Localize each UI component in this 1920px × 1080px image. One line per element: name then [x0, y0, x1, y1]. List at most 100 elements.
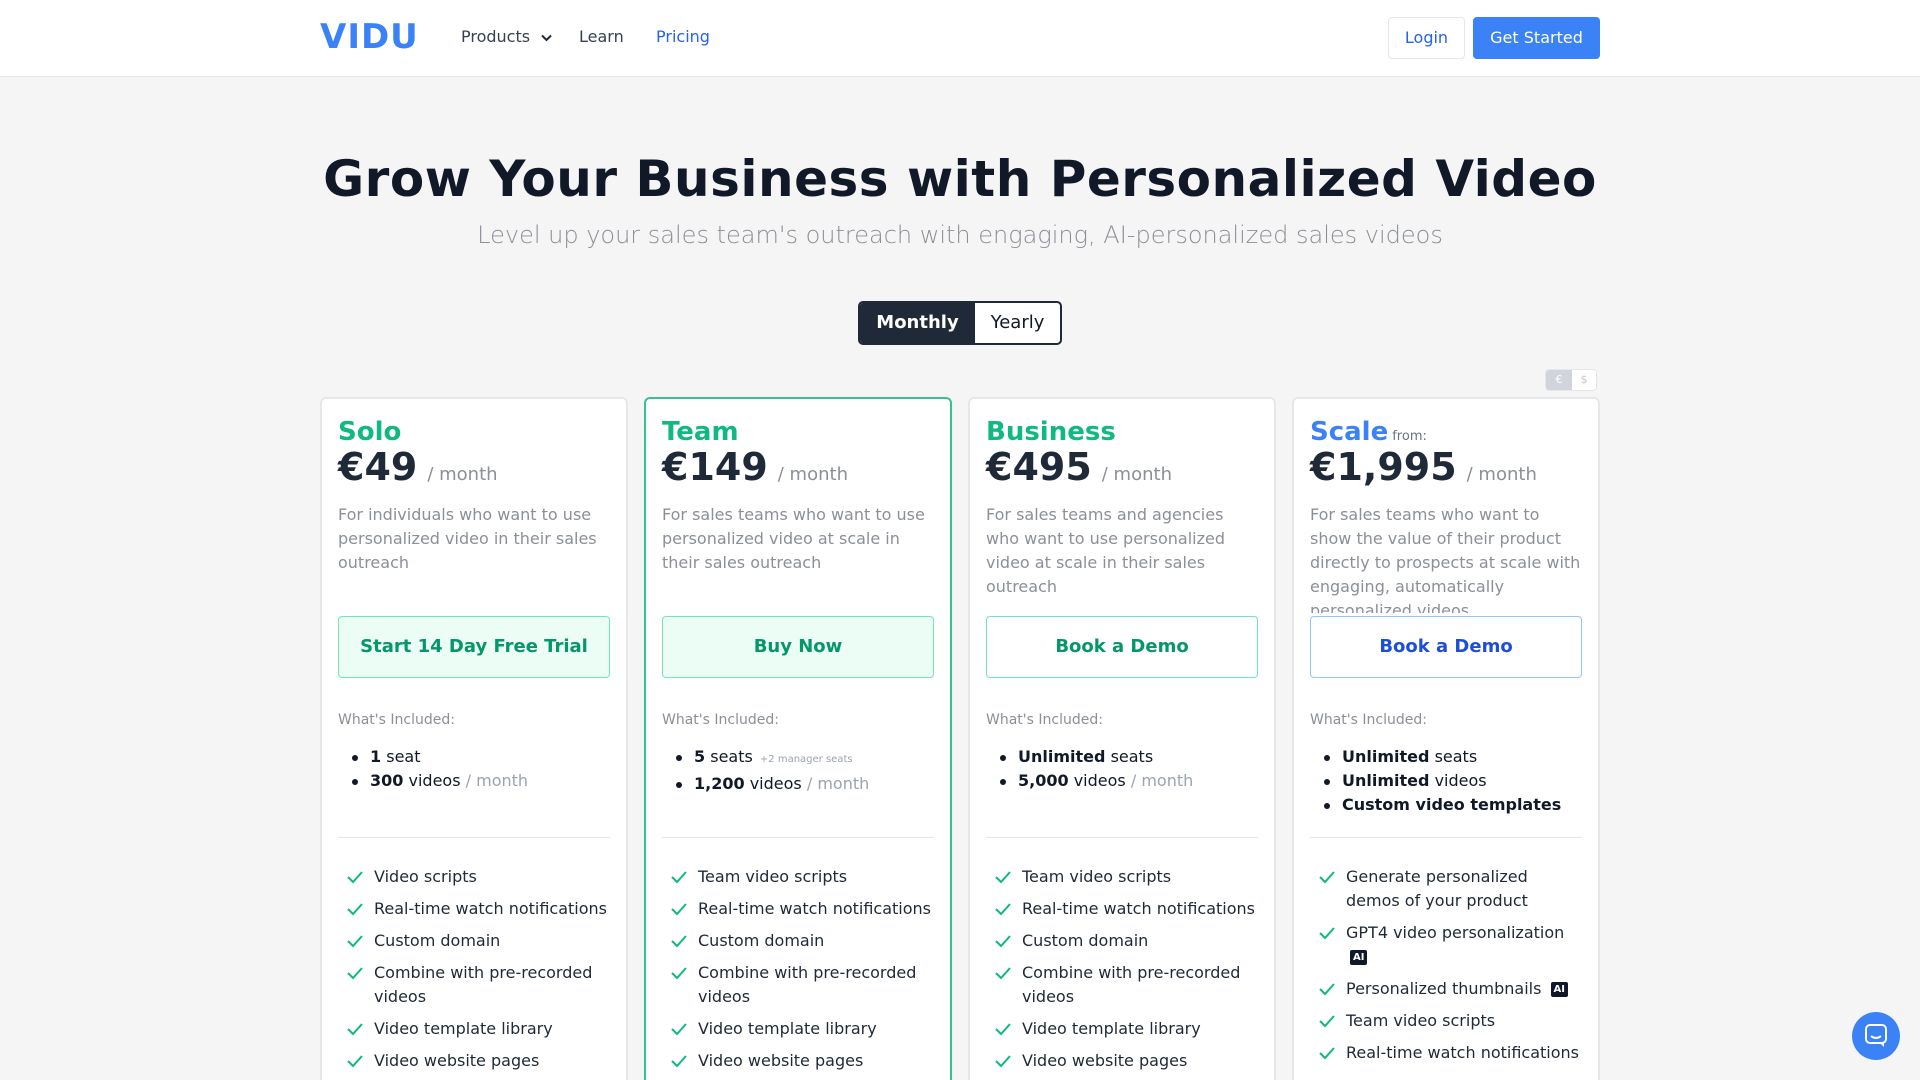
check-icon [347, 1023, 363, 1036]
check-icon [995, 1023, 1011, 1036]
nav-learn[interactable]: Learn [579, 27, 624, 46]
list-item: 1,200 videos / month [662, 772, 934, 796]
list-item: 300 videos / month [338, 769, 610, 793]
list-item: 1 seat [338, 745, 610, 769]
feature-item: Video website pages [986, 1049, 1258, 1073]
check-icon [995, 967, 1011, 980]
plan-card-team: Team €149 / month For sales teams who wan… [644, 397, 952, 1080]
price-period: / month [777, 464, 848, 485]
feature-list: Team video scripts Real-time watch notif… [986, 865, 1258, 1080]
plan-name-text: Business [986, 417, 1116, 447]
feature-item: Combine with pre-recorded videos [986, 961, 1258, 1009]
divider [1310, 837, 1582, 838]
divider [338, 837, 610, 838]
check-icon [347, 1055, 363, 1068]
plan-price: €149 / month [662, 445, 848, 489]
price-amount: €49 [338, 445, 418, 489]
check-icon [347, 967, 363, 980]
feature-item: Real-time watch notifications [1310, 1041, 1582, 1065]
price-amount: €149 [662, 445, 768, 489]
login-button[interactable]: Login [1388, 17, 1465, 59]
plan-card-scale: Scale from: €1,995 / month For sales teams… [1292, 397, 1600, 1080]
page-title: Grow Your Business with Personalized Vid… [323, 150, 1597, 208]
feature-item: Custom domain [338, 929, 610, 953]
check-icon [995, 935, 1011, 948]
check-icon [1319, 983, 1335, 996]
list-item: Unlimited seats [986, 745, 1258, 769]
list-item: 5,000 videos / month [986, 769, 1258, 793]
price-period: / month [1101, 464, 1172, 485]
check-icon [1319, 1047, 1335, 1060]
book-demo-button[interactable]: Book a Demo [1310, 616, 1582, 678]
nav-products-label: Products [461, 27, 531, 46]
ai-badge: AI [1550, 982, 1568, 997]
check-icon [347, 871, 363, 884]
check-icon [1319, 927, 1335, 940]
feature-list: Team video scripts Real-time watch notif… [662, 865, 934, 1080]
price-amount: €1,995 [1310, 445, 1457, 489]
included-list: Unlimited seats Unlimited videos Custom … [1310, 745, 1582, 817]
feature-item: Team video scripts [1310, 1009, 1582, 1033]
included-label: What's Included: [338, 712, 455, 728]
currency-usd-option[interactable]: $ [1572, 370, 1596, 390]
check-icon [1319, 1015, 1335, 1028]
included-list: 5 seats +2 manager seats 1,200 videos / … [662, 745, 934, 796]
feature-item: Video scripts [338, 865, 610, 889]
price-amount: €495 [986, 445, 1092, 489]
plan-price: €1,995 / month [1310, 445, 1537, 489]
yearly-option[interactable]: Yearly [975, 303, 1060, 343]
top-nav: VIDU Products Learn Pricing Login Get St… [0, 0, 1920, 77]
plan-card-business: Business €495 / month For sales teams and… [968, 397, 1276, 1080]
check-icon [671, 935, 687, 948]
included-label: What's Included: [662, 712, 779, 728]
list-item: 5 seats +2 manager seats [662, 745, 934, 772]
get-started-button[interactable]: Get Started [1473, 17, 1600, 59]
billing-period-toggle: Monthly Yearly [858, 301, 1062, 345]
chevron-down-icon [541, 34, 552, 41]
feature-item: Custom domain [986, 929, 1258, 953]
check-icon [671, 1023, 687, 1036]
monthly-option[interactable]: Monthly [860, 303, 975, 343]
plan-description: For individuals who want to use personal… [338, 505, 597, 572]
feature-item: GPT4 video personalization AI [1310, 921, 1582, 969]
nav-products[interactable]: Products [461, 27, 552, 46]
plan-description: For sales teams and agencies who want to… [986, 505, 1225, 596]
divider [986, 837, 1258, 838]
ai-badge: AI [1350, 950, 1368, 965]
plan-description: For sales teams who want to use personal… [662, 505, 925, 572]
page-subtitle: Level up your sales team's outreach with… [477, 221, 1443, 249]
check-icon [671, 967, 687, 980]
vidu-logo[interactable]: VIDU [320, 17, 419, 57]
check-icon [995, 903, 1011, 916]
feature-item: Video template library [338, 1017, 610, 1041]
chat-launcher-button[interactable] [1852, 1012, 1900, 1060]
book-demo-button[interactable]: Book a Demo [986, 616, 1258, 678]
price-from-label: from: [1392, 429, 1427, 444]
chat-icon [1865, 1024, 1887, 1047]
feature-item: Video website pages [338, 1049, 610, 1073]
nav-pricing[interactable]: Pricing [656, 27, 710, 46]
buy-now-button[interactable]: Buy Now [662, 616, 934, 678]
plan-name: Solo [338, 417, 401, 447]
start-trial-button[interactable]: Start 14 Day Free Trial [338, 616, 610, 678]
price-period: / month [427, 464, 498, 485]
feature-item: Team video scripts [986, 865, 1258, 889]
feature-item: Video template library [662, 1017, 934, 1041]
plan-name-text: Team [662, 417, 739, 447]
plan-name-text: Scale [1310, 417, 1389, 447]
list-item: Unlimited seats [1310, 745, 1582, 769]
currency-toggle: € $ [1545, 369, 1597, 391]
currency-eur-option[interactable]: € [1546, 370, 1572, 390]
feature-item: Real-time watch notifications [338, 897, 610, 921]
included-label: What's Included: [986, 712, 1103, 728]
feature-item: Personalized thumbnails AI [1310, 977, 1582, 1001]
divider [662, 837, 934, 838]
check-icon [1319, 871, 1335, 884]
feature-list: Video scripts Real-time watch notificati… [338, 865, 610, 1080]
plan-price: €49 / month [338, 445, 498, 489]
plan-card-solo: Solo €49 / month For individuals who want… [320, 397, 628, 1080]
included-list: 1 seat 300 videos / month [338, 745, 610, 793]
price-period: / month [1466, 464, 1537, 485]
feature-item: Video website pages [662, 1049, 934, 1073]
list-item: Custom video templates [1310, 793, 1582, 817]
